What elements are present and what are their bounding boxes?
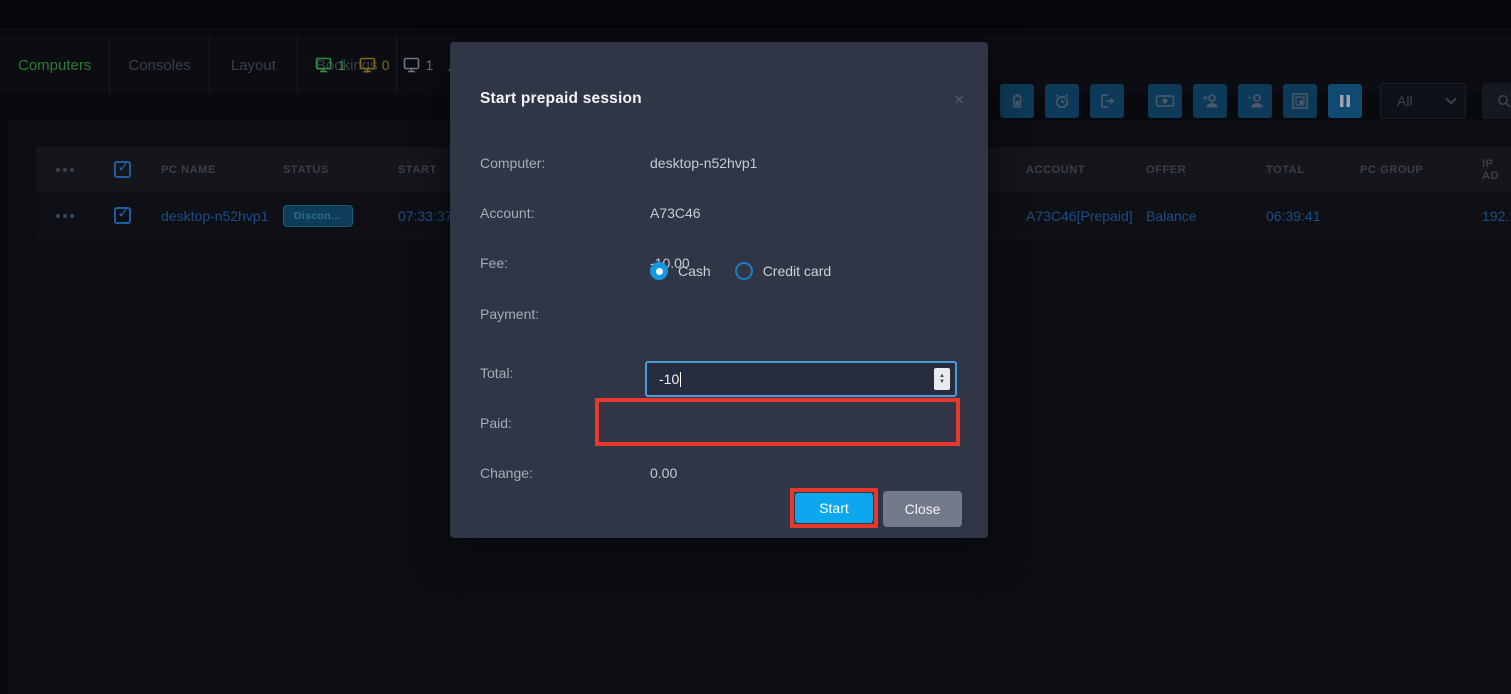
header-pc-group: PC GROUP [1360,147,1423,192]
header-status: STATUS [283,147,329,192]
cell-account: A73C46[Prepaid] [1026,192,1133,239]
app-window-icon [1291,92,1309,110]
status-badge: Discon… [283,205,353,227]
cell-start-time: 07:33:37 [398,192,453,239]
tab-computers[interactable]: Computers [0,36,110,94]
pause-icon [1338,94,1352,108]
cash-payment-button[interactable] [1148,84,1182,118]
header-menu-dots[interactable] [56,147,74,192]
monitor-online-icon [315,57,335,73]
close-button[interactable]: Close [883,491,962,527]
close-icon[interactable]: × [950,86,968,114]
header-account: ACCOUNT [1026,147,1085,192]
paid-input[interactable]: -10 ▲▼ [645,361,957,397]
group-filter-select[interactable]: All [1380,83,1466,119]
monitor-warning-icon [359,57,379,73]
row-menu-dots[interactable] [56,192,74,239]
alarm-button[interactable] [1045,84,1079,118]
start-button[interactable]: Start [795,493,873,523]
logout-button[interactable] [1090,84,1124,118]
start-prepaid-session-dialog: Start prepaid session × Computer: deskto… [450,42,988,538]
fee-label: Fee: [480,255,508,271]
header-pc-name: PC NAME [161,147,216,192]
cell-pc-name[interactable]: desktop-n52hvp1 [161,192,268,239]
svg-text:★: ★ [1202,94,1208,102]
header-offer: OFFER [1146,147,1186,192]
change-label: Change: [480,465,533,481]
paid-label: Paid: [480,415,512,431]
row-checkbox[interactable]: ✓ [114,192,131,239]
payment-label: Payment: [480,306,539,322]
cell-ip-address: 192.16 [1482,192,1511,239]
svg-text:+: + [1247,93,1252,102]
app-window: Computers Consoles Layout Bookings 1 [0,0,1511,694]
counter-online: 1 [315,57,346,73]
account-label: Account: [480,205,534,221]
counter-warning-value: 0 [382,57,390,73]
battery-button[interactable] [1000,84,1034,118]
radio-cash-label: Cash [678,263,711,279]
header-total: TOTAL [1266,147,1305,192]
text-caret [680,372,681,387]
computer-value: desktop-n52hvp1 [650,155,757,171]
apps-button[interactable] [1283,84,1317,118]
select-all-checkbox[interactable]: ✓ [114,147,131,192]
radio-selected-icon [650,262,668,280]
payment-options: Cash Credit card [650,262,831,280]
counter-online-value: 1 [338,57,346,73]
account-value: A73C46 [650,205,701,221]
number-stepper[interactable]: ▲▼ [934,368,950,390]
total-label: Total: [480,365,513,381]
logout-icon [1098,92,1116,110]
change-value: 0.00 [650,465,677,481]
monitor-offline-icon [403,57,423,73]
radio-credit-card-label: Credit card [763,263,831,279]
alarm-clock-icon [1053,92,1071,110]
user-star-icon: ★ [1200,92,1220,110]
header-ip-address: IP AD [1482,147,1511,192]
search-button[interactable] [1482,83,1511,119]
counter-warning: 0 [359,57,390,73]
radio-credit-card[interactable]: Credit card [735,262,831,280]
search-icon [1496,93,1511,109]
counter-offline-value: 1 [426,57,434,73]
pause-button[interactable] [1328,84,1362,118]
cell-offer: Balance [1146,192,1197,239]
add-member-button[interactable]: ★ [1193,84,1227,118]
tab-layout[interactable]: Layout [210,36,298,94]
battery-icon [1008,92,1026,110]
user-plus-icon: + [1245,92,1265,110]
tab-consoles[interactable]: Consoles [110,36,210,94]
radio-unselected-icon [735,262,753,280]
banknote-icon [1155,93,1175,109]
paid-input-value: -10 [659,371,679,387]
annotation-box-paid-input [595,398,960,446]
chevron-down-icon [1445,93,1456,104]
counter-offline: 1 [403,57,434,73]
window-titlebar [0,0,1511,30]
cell-total: 06:39:41 [1266,192,1321,239]
cell-status: Discon… [283,192,353,239]
header-start: START [398,147,437,192]
dialog-title: Start prepaid session [480,90,642,108]
computer-label: Computer: [480,155,545,171]
radio-cash[interactable]: Cash [650,262,711,280]
group-filter-value: All [1397,93,1413,109]
add-guest-button[interactable]: + [1238,84,1272,118]
